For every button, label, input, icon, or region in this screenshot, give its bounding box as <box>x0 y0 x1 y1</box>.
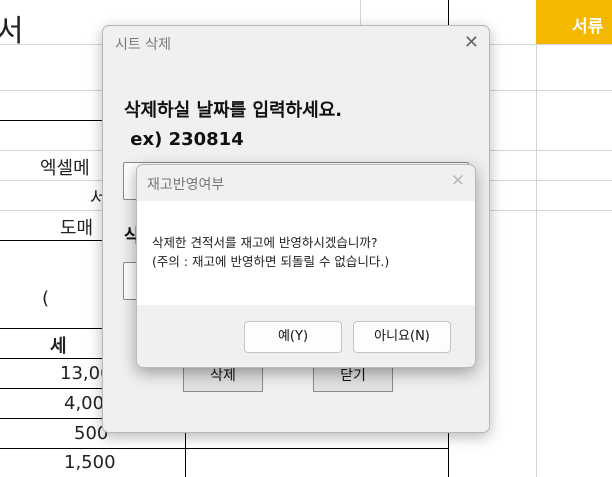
sheet-title-fragment: 서 <box>0 14 24 49</box>
dialog-title: 시트 삭제 <box>115 37 171 53</box>
cell-value: 1,500 <box>64 452 116 473</box>
dialog-message: 삭제하실 날짜를 입력하세요. ex) 230814 <box>124 100 343 150</box>
cell-domae-label: 도매 <box>60 218 94 239</box>
no-button[interactable]: 아니요(N) <box>353 321 451 353</box>
column-header-se: 세 <box>50 336 67 357</box>
grid-line <box>536 0 537 477</box>
cell-value: 4,00 <box>64 393 105 414</box>
document-badge[interactable]: 서류 <box>536 0 612 44</box>
close-icon[interactable]: ✕ <box>464 32 479 53</box>
document-badge-label: 서류 <box>572 17 604 37</box>
inventory-confirm-dialog: 재고반영여부 ✕ 삭제한 견적서를 재고에 반영하시겠습니까? (주의 : 재고… <box>136 164 476 368</box>
modal-title: 재고반영여부 <box>147 177 225 193</box>
modal-message: 삭제한 견적서를 재고에 반영하시겠습니까? (주의 : 재고에 반영하면 되돌… <box>152 235 390 269</box>
modal-body: 삭제한 견적서를 재고에 반영하시겠습니까? (주의 : 재고에 반영하면 되돌… <box>137 201 475 305</box>
yes-button[interactable]: 예(Y) <box>244 321 342 353</box>
close-icon[interactable]: ✕ <box>451 171 465 191</box>
cell-excel-label: 엑셀메 <box>40 158 90 179</box>
grid-line <box>0 448 448 449</box>
cell-paren: ( <box>42 288 50 309</box>
